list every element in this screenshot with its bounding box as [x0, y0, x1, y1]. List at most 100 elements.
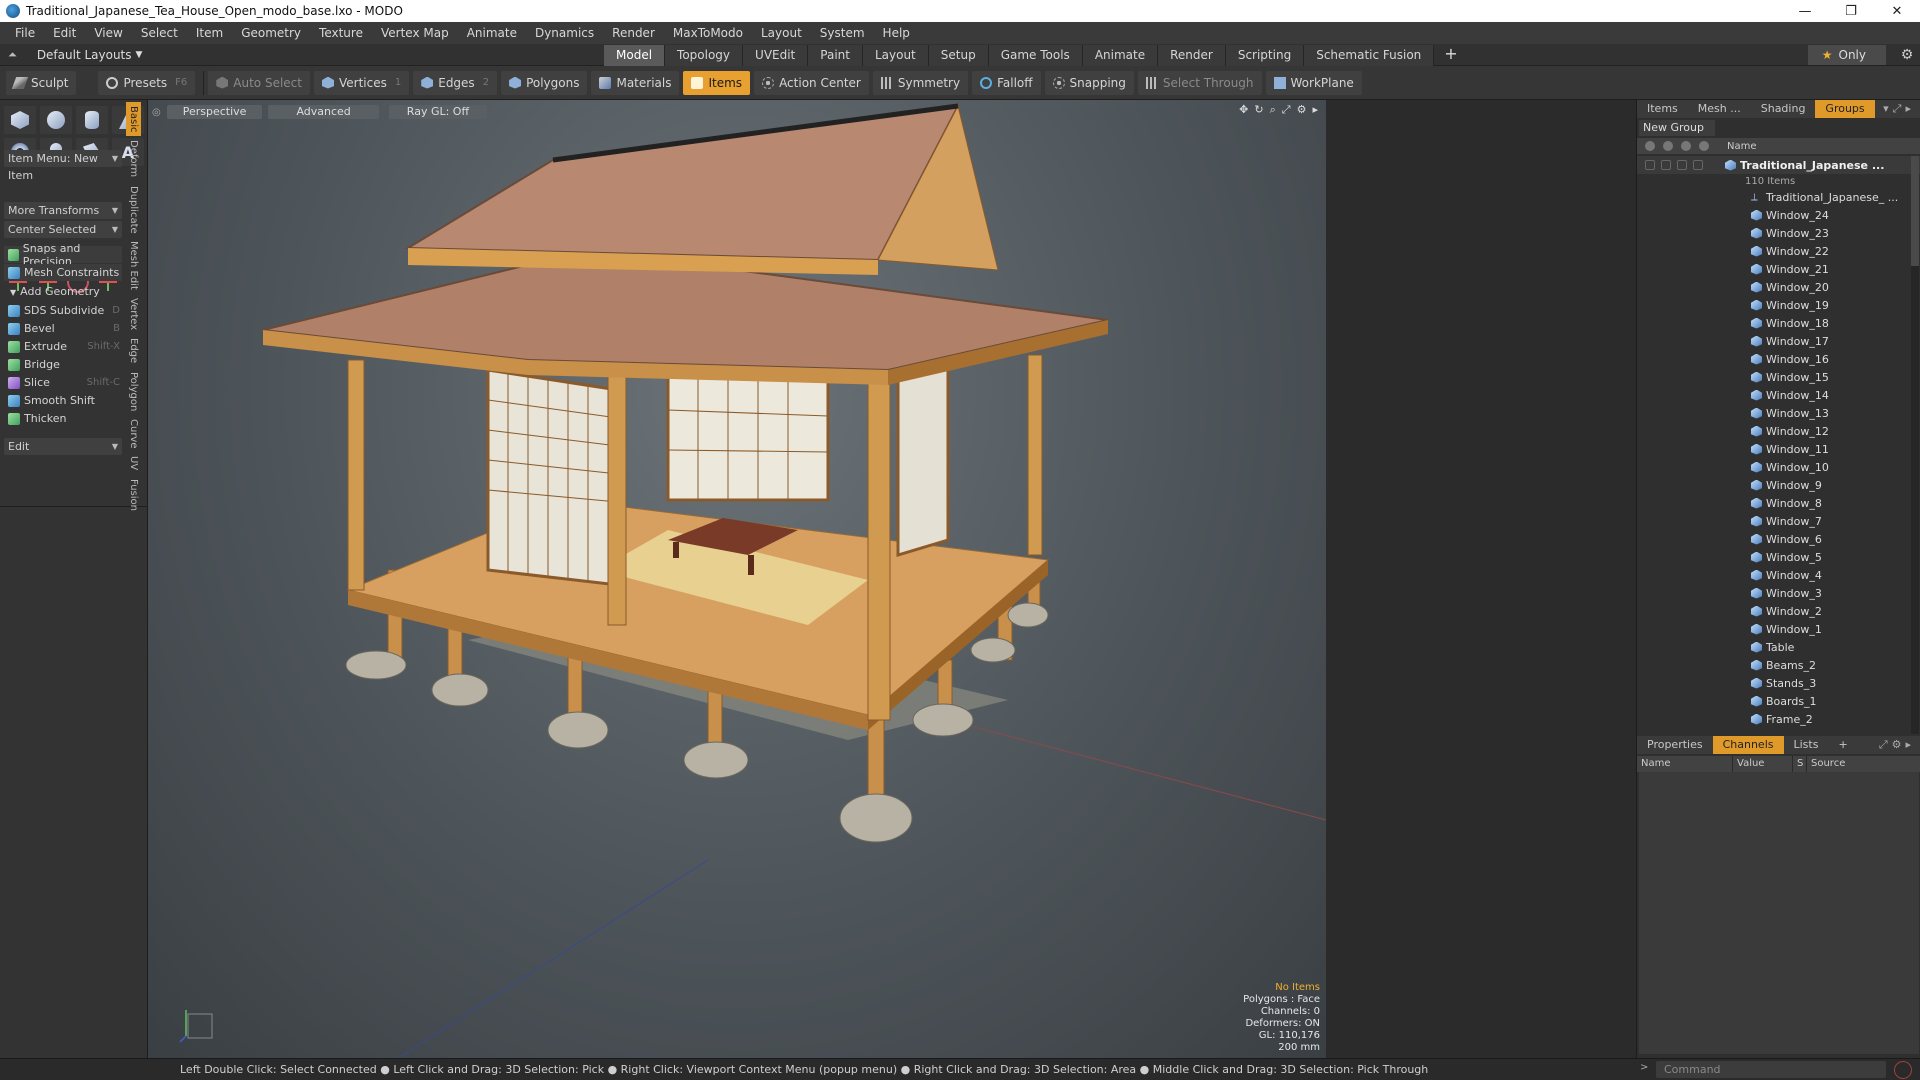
- group-row[interactable]: Traditional_Japanese ...: [1637, 156, 1920, 174]
- command-expand-icon[interactable]: >: [1640, 1062, 1648, 1073]
- eye-icon[interactable]: [1645, 141, 1655, 151]
- list-item[interactable]: Stands_3: [1637, 674, 1920, 692]
- polygons-button[interactable]: Polygons: [501, 70, 588, 95]
- tab-layout[interactable]: Layout: [862, 45, 929, 66]
- vtab-polygon[interactable]: Polygon: [126, 368, 141, 415]
- tab-topology[interactable]: Topology: [665, 45, 744, 66]
- list-item[interactable]: Table: [1637, 638, 1920, 656]
- list-item[interactable]: Window_5: [1637, 548, 1920, 566]
- tab-mesh[interactable]: Mesh ...: [1688, 100, 1751, 118]
- rotate-view-icon[interactable]: ↻: [1254, 103, 1263, 117]
- items-button[interactable]: Items: [683, 70, 751, 95]
- perspective-button[interactable]: Perspective: [166, 105, 263, 119]
- scrollbar-thumb[interactable]: [1911, 156, 1919, 266]
- menu-edit[interactable]: Edit: [44, 22, 85, 44]
- sculpt-button[interactable]: Sculpt: [6, 70, 77, 95]
- tab-lists[interactable]: Lists: [1784, 736, 1829, 754]
- extrude-button[interactable]: Extrude Shift-X: [4, 338, 122, 355]
- new-group-button[interactable]: New Group: [1639, 120, 1715, 136]
- bridge-button[interactable]: Bridge: [4, 356, 122, 373]
- select-toggle[interactable]: [1693, 160, 1703, 170]
- item-menu-dropdown[interactable]: Item Menu: New Item ▼: [4, 150, 122, 182]
- menu-maxtomodo[interactable]: MaxToModo: [664, 22, 752, 44]
- menu-select[interactable]: Select: [132, 22, 187, 44]
- tab-model[interactable]: Model: [604, 45, 666, 66]
- raygl-button[interactable]: Ray GL: Off: [388, 105, 488, 119]
- cube-primitive-button[interactable]: [4, 106, 36, 134]
- group-tree-scrollbar[interactable]: [1911, 156, 1919, 734]
- slice-button[interactable]: Slice Shift-C: [4, 374, 122, 391]
- menu-render[interactable]: Render: [603, 22, 664, 44]
- edit-dropdown[interactable]: Edit ▼: [4, 438, 122, 455]
- list-item[interactable]: Window_6: [1637, 530, 1920, 548]
- vtab-duplicate[interactable]: Duplicate: [126, 182, 141, 238]
- presets-button[interactable]: Presets F6: [98, 70, 196, 95]
- vtab-mesh-edit[interactable]: Mesh Edit: [126, 237, 141, 294]
- render-toggle[interactable]: [1661, 160, 1671, 170]
- list-item[interactable]: Window_22: [1637, 242, 1920, 260]
- list-item[interactable]: ⟂ Traditional_Japanese_ ...: [1637, 188, 1920, 206]
- eye-toggle[interactable]: [1645, 160, 1655, 170]
- advanced-button[interactable]: Advanced: [268, 105, 379, 119]
- fit-icon[interactable]: ⤢: [1282, 103, 1291, 117]
- only-button[interactable]: ★ Only: [1807, 45, 1886, 65]
- 3d-viewport[interactable]: ◎ Perspective Advanced Ray GL: Off ✥ ↻ ⌕…: [148, 100, 1326, 1058]
- menu-geometry[interactable]: Geometry: [232, 22, 310, 44]
- center-selected-dropdown[interactable]: Center Selected ▼: [4, 221, 122, 238]
- viewport-expand-icon[interactable]: ▸: [1312, 103, 1318, 117]
- workplane-button[interactable]: WorkPlane: [1265, 70, 1362, 95]
- menu-layout[interactable]: Layout: [752, 22, 811, 44]
- menu-help[interactable]: Help: [874, 22, 919, 44]
- list-item[interactable]: Window_18: [1637, 314, 1920, 332]
- vtab-edge[interactable]: Edge: [126, 334, 141, 367]
- tab-channels[interactable]: Channels: [1712, 736, 1784, 754]
- list-item[interactable]: Window_14: [1637, 386, 1920, 404]
- list-item[interactable]: Window_20: [1637, 278, 1920, 296]
- list-item[interactable]: Window_2: [1637, 602, 1920, 620]
- snapping-button[interactable]: Snapping: [1044, 70, 1134, 95]
- menu-system[interactable]: System: [811, 22, 874, 44]
- snaps-precision-button[interactable]: Snaps and Precision: [4, 242, 122, 268]
- vtab-curve[interactable]: Curve: [126, 415, 141, 453]
- tab-scripting[interactable]: Scripting: [1225, 45, 1305, 66]
- channel-name-header[interactable]: Name: [1637, 756, 1733, 772]
- mesh-constraints-button[interactable]: Mesh Constraints: [4, 264, 122, 281]
- menu-item[interactable]: Item: [187, 22, 232, 44]
- smooth-shift-button[interactable]: Smooth Shift: [4, 392, 122, 409]
- select-icon[interactable]: [1699, 141, 1709, 151]
- edges-button[interactable]: Edges 2: [413, 70, 498, 95]
- pan-icon[interactable]: ✥: [1239, 103, 1248, 117]
- select-through-button[interactable]: Select Through: [1137, 70, 1262, 95]
- tab-uvedit[interactable]: UVEdit: [743, 45, 809, 66]
- command-input[interactable]: Command: [1656, 1061, 1886, 1078]
- gear-icon[interactable]: ⚙: [1894, 47, 1920, 63]
- viewport-menu-icon[interactable]: ◎: [152, 107, 161, 118]
- name-column-header[interactable]: Name: [1725, 141, 1757, 152]
- close-button[interactable]: ✕: [1874, 0, 1920, 22]
- menu-view[interactable]: View: [85, 22, 131, 44]
- tab-properties[interactable]: Properties: [1637, 736, 1713, 754]
- list-item[interactable]: Window_17: [1637, 332, 1920, 350]
- list-item[interactable]: Beams_2: [1637, 656, 1920, 674]
- falloff-button[interactable]: Falloff: [972, 70, 1041, 95]
- list-item[interactable]: Window_24: [1637, 206, 1920, 224]
- bevel-button[interactable]: Bevel B: [4, 320, 122, 337]
- channel-source-header[interactable]: Source: [1807, 756, 1920, 772]
- vtab-fusion[interactable]: Fusion: [126, 475, 141, 515]
- list-item[interactable]: Window_1: [1637, 620, 1920, 638]
- materials-button[interactable]: Materials: [591, 70, 680, 95]
- list-item[interactable]: Window_23: [1637, 224, 1920, 242]
- tab-paint[interactable]: Paint: [808, 45, 863, 66]
- tab-setup[interactable]: Setup: [928, 45, 989, 66]
- layout-toggle-icon[interactable]: ⏶: [8, 48, 17, 62]
- list-item[interactable]: Window_19: [1637, 296, 1920, 314]
- menu-dynamics[interactable]: Dynamics: [526, 22, 603, 44]
- list-item[interactable]: Window_4: [1637, 566, 1920, 584]
- add-tab-button[interactable]: +: [1434, 44, 1467, 66]
- list-item[interactable]: Window_3: [1637, 584, 1920, 602]
- thicken-button[interactable]: Thicken: [4, 410, 122, 427]
- default-layouts-menu[interactable]: ⏶ Default Layouts ▼: [0, 48, 600, 62]
- action-center-button[interactable]: Action Center: [754, 70, 869, 95]
- tab-groups[interactable]: Groups: [1815, 100, 1875, 118]
- sds-subdivide-button[interactable]: SDS Subdivide D: [4, 302, 122, 319]
